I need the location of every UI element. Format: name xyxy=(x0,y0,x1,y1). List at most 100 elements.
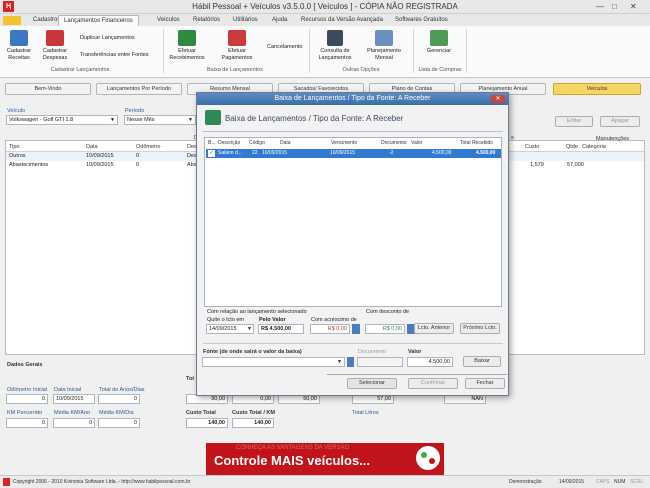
consulta-lancamentos-button[interactable]: Consulta de Lançamentos xyxy=(314,30,356,62)
col-documento[interactable]: Documento xyxy=(381,140,407,146)
tab-veiculos[interactable]: Veículos xyxy=(152,15,185,26)
cadastrar-despesas-button[interactable]: Cadastrar Despesas xyxy=(38,30,72,62)
cadastrar-receitas-button[interactable]: Cadastrar Receitas xyxy=(4,30,34,62)
col-valor[interactable]: Valor xyxy=(411,140,422,146)
col-vencimento[interactable]: Vencimento xyxy=(331,140,357,146)
col-tipo[interactable]: Tipo xyxy=(9,144,20,150)
chevron-down-icon: ▼ xyxy=(337,359,342,365)
fonte-select[interactable]: ▼ xyxy=(202,357,345,367)
col-data[interactable]: Data xyxy=(86,144,98,150)
col-codigo[interactable]: Código xyxy=(249,140,265,146)
quite-date-field[interactable]: 14/09/2015 ▼ xyxy=(206,324,254,334)
chevron-down-icon: ▼ xyxy=(110,117,115,123)
nav-lancamentos-periodo[interactable]: Lançamentos Por Período xyxy=(96,83,182,95)
media-km-ano-field[interactable]: 0 xyxy=(53,418,95,428)
custo-total-label: Custo Total xyxy=(186,410,216,416)
col-total-recebido[interactable]: Total Recebido xyxy=(460,140,493,146)
tab-recursos-avancada[interactable]: Recursos da Versão Avançada xyxy=(296,15,388,26)
veiculo-select[interactable]: Volkswagen - Golf GTI 1.8 ▼ xyxy=(6,115,118,125)
cell-data: 10/09/2015 xyxy=(86,153,114,159)
total-anos-label: Total de Anos/Dias xyxy=(99,387,145,393)
baixa-dialog: Baixa de Lançamentos / Tipo da Fonte: A … xyxy=(196,92,509,396)
tab-relatorios[interactable]: Relatórios xyxy=(188,15,225,26)
custo-total-km-field[interactable]: 140,00 xyxy=(232,418,274,428)
gerenciar-button[interactable]: Gerenciar xyxy=(420,30,458,55)
col-custo[interactable]: Custo xyxy=(525,144,539,150)
duplicar-lancamentos-button[interactable]: Duplicar Lançamentos xyxy=(80,35,135,41)
quick-access-icon[interactable] xyxy=(3,16,21,25)
documento-field[interactable] xyxy=(357,357,403,367)
col-baixar[interactable]: B... xyxy=(208,140,216,146)
minimize-button[interactable]: — xyxy=(596,2,604,11)
ad-banner[interactable]: CONHEÇA AS VANTAGENS DA VERSÃO Controle … xyxy=(206,443,444,475)
pelo-valor-field[interactable]: R$ 4.500,00 xyxy=(258,324,304,334)
periodo-select[interactable]: Nesse Mês ▼ xyxy=(124,115,196,125)
row-checkbox[interactable]: ✓ xyxy=(208,150,215,157)
valor-field[interactable]: 4.500,00 xyxy=(407,357,453,367)
close-button[interactable]: ✕ xyxy=(630,2,637,11)
ribbon: Cadastrar Receitas Cadastrar Despesas Du… xyxy=(0,26,650,78)
transferencias-button[interactable]: Transferências entre Fontes xyxy=(80,52,149,58)
cell-data: 10/09/2015 xyxy=(262,150,288,156)
cell-qtde: 57,000 xyxy=(567,162,584,168)
custo-total-field[interactable]: 140,00 xyxy=(186,418,228,428)
planejamento-mensal-button[interactable]: Planejamento Mensal xyxy=(362,30,406,62)
editar-button[interactable]: Editar xyxy=(555,116,593,127)
manutencoes-header: Manutenções xyxy=(596,136,630,142)
cancelamento-button[interactable]: Cancelamento xyxy=(267,44,302,50)
col-qtde[interactable]: Qtde xyxy=(566,144,578,150)
col-data[interactable]: Data xyxy=(280,140,291,146)
despesas-icon xyxy=(46,30,64,46)
col-descricao[interactable]: Descrição xyxy=(218,140,240,146)
media-km-dia-field[interactable]: 0 xyxy=(98,418,140,428)
acrescimo-field[interactable]: R$ 0,00 xyxy=(310,324,350,334)
confirmar-button[interactable]: Confirmar xyxy=(408,378,458,389)
fonte-lookup-icon[interactable] xyxy=(347,357,354,367)
dialog-close-button[interactable]: ✕ xyxy=(491,95,505,103)
cell-vencimento: 10/09/2015 xyxy=(330,150,356,156)
pelo-valor-label: Pelo Valor xyxy=(259,317,286,323)
ad-text: Controle MAIS veículos... xyxy=(214,453,371,468)
efetuar-pagamentos-button[interactable]: Efetuar Pagamentos xyxy=(214,30,260,62)
km-percorrido-field[interactable]: 0 xyxy=(6,418,48,428)
selected-table-row[interactable]: ✓ Salário d... 22 10/09/2015 10/09/2015 … xyxy=(206,149,501,158)
selecionar-button[interactable]: Selecionar xyxy=(347,378,397,389)
group-lista-compras: Lista de Compras xyxy=(418,67,462,73)
apagar-button[interactable]: Apagar xyxy=(600,116,640,127)
tab-softwares-gratuitos[interactable]: Softwares Gratuitos xyxy=(390,15,453,26)
col-categoria[interactable]: Categoria xyxy=(582,144,606,150)
efetuar-recebimentos-button[interactable]: Efetuar Recebimentos xyxy=(166,30,208,62)
recebimentos-icon xyxy=(178,30,196,46)
valor-label: Valor xyxy=(408,349,422,355)
col-odometro[interactable]: Odômetro xyxy=(136,144,160,150)
periodo-value: Nesse Mês xyxy=(127,117,155,123)
efetuar-recebimentos-label: Efetuar Recebimentos xyxy=(169,48,205,61)
cell-tipo: Outros xyxy=(9,153,26,159)
baixar-button[interactable]: Baixar xyxy=(463,356,501,367)
lcto-anterior-button[interactable]: Lcto. Anterior xyxy=(414,323,454,334)
cell-descricao: Salário d... xyxy=(218,150,242,156)
cell-codigo: 22 xyxy=(252,150,258,156)
odometro-inicial-label: Odômetro Inicial xyxy=(7,387,48,393)
data-inicial-field[interactable]: 10/09/2015 xyxy=(53,394,95,404)
total-anos-field[interactable]: 0 xyxy=(98,394,140,404)
tab-ajuda[interactable]: Ajuda xyxy=(267,15,292,26)
total-litros-label: Total Litros xyxy=(352,410,379,416)
ribbon-separator xyxy=(163,29,164,73)
desconto-field[interactable]: R$ 0,00 xyxy=(365,324,405,334)
proximo-lcto-button[interactable]: Próximo Lcto. xyxy=(460,323,500,334)
binoculars-icon xyxy=(327,30,343,46)
maximize-button[interactable]: □ xyxy=(612,2,617,11)
ad-logo-dot-icon xyxy=(421,452,427,458)
odometro-inicial-field[interactable]: 0 xyxy=(6,394,48,404)
nav-veiculos[interactable]: Veículos xyxy=(553,83,641,95)
calculator-icon[interactable] xyxy=(352,324,360,334)
menu-tabs: Cadastros Lançamentos Financeiros Veícul… xyxy=(0,14,650,26)
fechar-button[interactable]: Fechar xyxy=(465,378,505,389)
cell-custo: 1,579 xyxy=(530,162,544,168)
tab-utilitarios[interactable]: Utilitários xyxy=(228,15,263,26)
cell-tipo: Abastecimentos xyxy=(9,162,49,168)
window-title: Hábil Pessoal + Veículos v3.5.0.0 [ Veíc… xyxy=(192,2,458,11)
tab-lancamentos-financeiros[interactable]: Lançamentos Financeiros xyxy=(58,15,139,26)
nav-bem-vindo[interactable]: Bem-Vindo xyxy=(5,83,91,95)
